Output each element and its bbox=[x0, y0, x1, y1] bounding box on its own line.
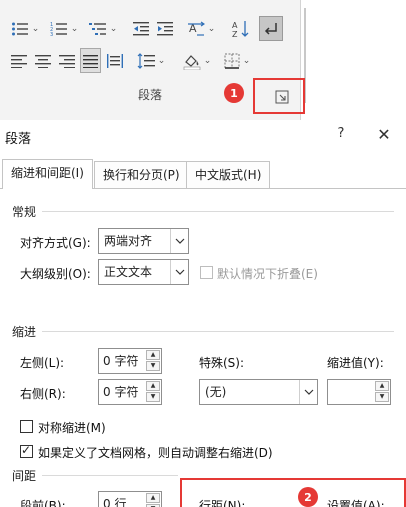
align-left-icon bbox=[11, 55, 27, 68]
collapse-by-default-checkbox[interactable] bbox=[200, 266, 213, 279]
section-spacing-label: 间距 bbox=[12, 469, 37, 483]
spin-down-icon[interactable]: ▼ bbox=[375, 392, 389, 402]
step-badge-1: 1 bbox=[224, 83, 244, 103]
collapse-by-default-label: 默认情况下折叠(E) bbox=[217, 267, 318, 281]
section-general-rule bbox=[42, 211, 394, 212]
section-spacing-rule bbox=[42, 475, 178, 476]
spacing-before-value: 0 行 bbox=[103, 497, 127, 507]
chevron-down-icon: ⌄ bbox=[70, 24, 79, 34]
shading-icon bbox=[183, 54, 201, 70]
close-button[interactable]: ✕ bbox=[374, 124, 394, 146]
numbering-icon: 1 2 3 bbox=[50, 22, 67, 37]
spin-up-icon[interactable]: ▲ bbox=[146, 350, 160, 360]
chevron-down-icon: ⌄ bbox=[242, 56, 251, 66]
line-spacing-button[interactable]: ⌄ bbox=[134, 49, 168, 73]
chevron-down-icon: ⌄ bbox=[207, 24, 216, 34]
svg-text:A: A bbox=[232, 21, 238, 30]
indent-left-spinner[interactable]: 0 字符 ▲ ▼ bbox=[98, 348, 162, 374]
section-indent-rule bbox=[42, 331, 394, 332]
launcher-highlight-box bbox=[253, 78, 305, 114]
line-spacing-label: 行距(N): bbox=[199, 499, 246, 507]
align-right-button[interactable] bbox=[56, 49, 78, 73]
line-spacing-icon bbox=[137, 53, 155, 69]
sort-button[interactable]: A Z bbox=[230, 17, 252, 41]
align-right-icon bbox=[59, 55, 75, 68]
indent-left-label: 左侧(L): bbox=[20, 356, 65, 370]
distributed-button[interactable] bbox=[104, 49, 126, 73]
borders-icon bbox=[224, 53, 240, 69]
alignment-select[interactable]: 两端对齐 bbox=[98, 228, 189, 254]
borders-button[interactable]: ⌄ bbox=[220, 49, 254, 73]
multilevel-list-button[interactable]: ⌄ bbox=[86, 17, 120, 41]
chevron-down-icon bbox=[170, 260, 188, 284]
align-center-icon bbox=[35, 55, 51, 68]
section-indent-label: 缩进 bbox=[12, 325, 37, 339]
svg-text:Z: Z bbox=[232, 30, 238, 38]
tab-indents-spacing[interactable]: 缩进和间距(I) bbox=[2, 159, 93, 189]
alignment-label: 对齐方式(G): bbox=[20, 236, 91, 250]
chevron-down-icon: ⌄ bbox=[203, 56, 212, 66]
indent-right-label: 右侧(R): bbox=[20, 387, 66, 401]
indent-by-label: 缩进值(Y): bbox=[327, 356, 384, 370]
help-button[interactable]: ? bbox=[333, 126, 349, 144]
chevron-down-icon: ⌄ bbox=[157, 56, 166, 66]
show-marks-button[interactable] bbox=[259, 16, 283, 41]
indent-right-spinner[interactable]: 0 字符 ▲ ▼ bbox=[98, 379, 162, 405]
justify-icon bbox=[83, 54, 98, 68]
mirror-indents-checkbox[interactable] bbox=[20, 420, 33, 433]
align-center-button[interactable] bbox=[32, 49, 54, 73]
step-badge-2: 2 bbox=[298, 487, 318, 507]
auto-adjust-right-indent-label: 如果定义了文档网格，则自动调整右缩进(D) bbox=[38, 446, 273, 460]
chevron-down-icon bbox=[299, 380, 317, 404]
spacing-before-label: 段前(B): bbox=[20, 499, 66, 507]
outline-level-value: 正文文本 bbox=[104, 265, 153, 279]
numbering-button[interactable]: 1 2 3 ⌄ bbox=[47, 17, 81, 41]
sort-icon: A Z bbox=[232, 21, 249, 38]
indent-by-spinner[interactable]: ▲ ▼ bbox=[327, 379, 391, 405]
spin-up-icon[interactable]: ▲ bbox=[375, 381, 389, 391]
indent-right-value: 0 字符 bbox=[103, 385, 139, 399]
spin-up-icon[interactable]: ▲ bbox=[146, 493, 160, 503]
line-spacing-at-label: 设置值(A): bbox=[327, 499, 385, 507]
decrease-indent-button[interactable] bbox=[130, 17, 152, 41]
shading-button[interactable]: ⌄ bbox=[180, 49, 214, 73]
dialog-title: 段落 bbox=[5, 132, 32, 147]
chevron-down-icon bbox=[170, 229, 188, 253]
bullets-button[interactable]: ⌄ bbox=[8, 17, 42, 41]
show-marks-icon bbox=[264, 22, 277, 35]
multilevel-list-icon bbox=[88, 23, 106, 35]
increase-indent-icon bbox=[157, 22, 173, 36]
outline-level-label: 大纲级别(O): bbox=[20, 267, 91, 281]
indent-left-value: 0 字符 bbox=[103, 354, 139, 368]
tab-asian-typography[interactable]: 中文版式(H) bbox=[186, 161, 271, 188]
chevron-down-icon: ⌄ bbox=[31, 24, 40, 34]
special-indent-value: (无) bbox=[205, 385, 227, 399]
tab-line-page-breaks[interactable]: 换行和分页(P) bbox=[94, 161, 189, 188]
spin-down-icon[interactable]: ▼ bbox=[146, 392, 160, 402]
section-general-label: 常规 bbox=[12, 205, 37, 219]
alignment-value: 两端对齐 bbox=[104, 234, 153, 248]
auto-adjust-right-indent-checkbox[interactable] bbox=[20, 443, 33, 458]
special-label: 特殊(S): bbox=[199, 356, 245, 370]
chevron-down-icon: ⌄ bbox=[109, 24, 118, 34]
svg-text:3: 3 bbox=[50, 32, 53, 37]
decrease-indent-icon bbox=[133, 22, 149, 36]
spacing-before-spinner[interactable]: 0 行 ▲▼ bbox=[98, 491, 162, 507]
align-left-button[interactable] bbox=[8, 49, 30, 73]
distributed-icon bbox=[107, 54, 123, 68]
bullets-icon bbox=[11, 22, 28, 36]
text-direction-icon: A bbox=[187, 21, 205, 36]
outline-level-select[interactable]: 正文文本 bbox=[98, 259, 189, 285]
mirror-indents-label: 对称缩进(M) bbox=[38, 421, 106, 435]
justify-button[interactable] bbox=[80, 48, 101, 73]
text-direction-button[interactable]: A ⌄ bbox=[184, 17, 218, 41]
spin-up-icon[interactable]: ▲ bbox=[146, 381, 160, 391]
ribbon-right-area bbox=[300, 0, 406, 120]
spin-down-icon[interactable]: ▼ bbox=[146, 361, 160, 371]
increase-indent-button[interactable] bbox=[154, 17, 176, 41]
special-indent-select[interactable]: (无) bbox=[199, 379, 318, 405]
